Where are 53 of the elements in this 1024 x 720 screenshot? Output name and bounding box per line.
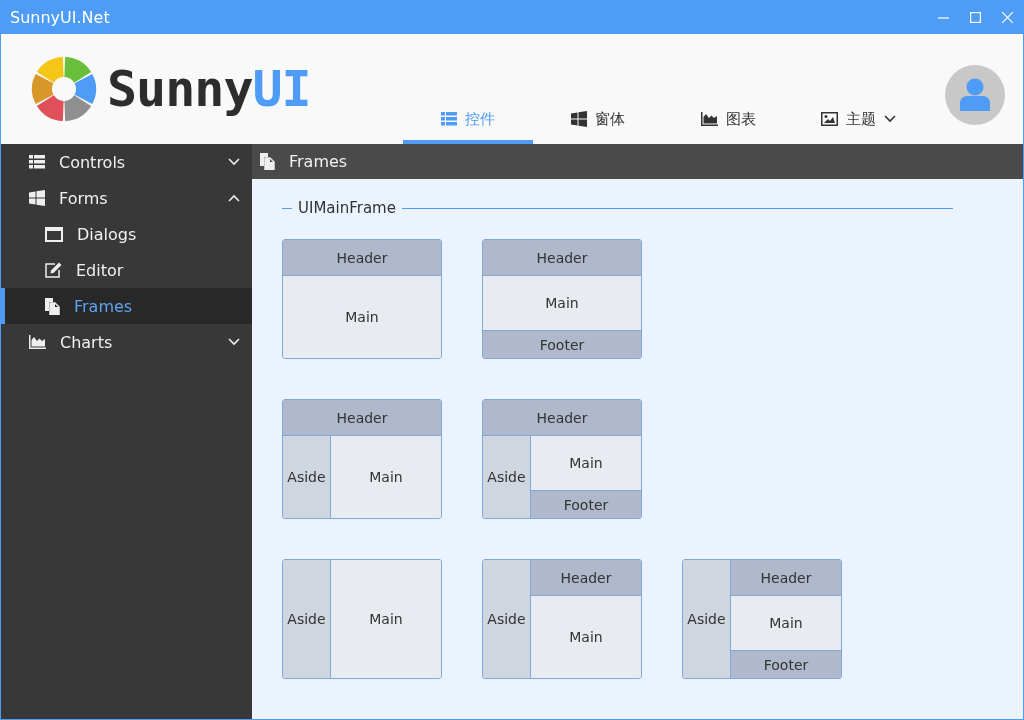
page-copy-icon xyxy=(260,153,275,170)
main-region: Main xyxy=(483,276,641,330)
main-region: Main xyxy=(731,596,841,650)
expand-caret-icon xyxy=(228,194,240,202)
menu-windows-icon xyxy=(29,190,45,206)
tab-list-icon xyxy=(441,112,457,126)
nav-tab[interactable]: 窗体 xyxy=(533,98,663,144)
logo-text: SunnyUI xyxy=(107,60,311,118)
header-region: Header xyxy=(483,400,641,436)
menu-edit-icon xyxy=(45,262,62,278)
tab-image-icon xyxy=(820,112,838,126)
footer-region: Footer xyxy=(731,650,841,678)
header-region: Header xyxy=(531,560,641,596)
logo-ring-icon xyxy=(31,56,97,122)
main-region: Main xyxy=(331,560,441,678)
menu-list-icon xyxy=(29,155,45,169)
page-title: Frames xyxy=(289,152,348,171)
aside-region: Aside xyxy=(483,436,531,518)
sidebar-item[interactable]: Forms xyxy=(1,180,252,216)
main-region: Main xyxy=(283,276,441,358)
close-icon xyxy=(1001,11,1013,23)
aside-region: Aside xyxy=(683,560,731,678)
main-region: Main xyxy=(531,436,641,490)
sidebar-item[interactable]: Charts xyxy=(1,324,252,360)
sidebar-item[interactable]: Frames xyxy=(1,288,252,324)
nav-tab[interactable]: 主题 xyxy=(793,98,923,144)
sidebar-item[interactable]: Dialogs xyxy=(1,216,252,252)
header-region: Header xyxy=(283,400,441,436)
header-region: Header xyxy=(483,240,641,276)
dropdown-caret-icon xyxy=(883,115,896,123)
main-region: Main xyxy=(531,596,641,678)
window-title: SunnyUI.Net xyxy=(10,7,110,27)
aside-region: Aside xyxy=(283,436,331,518)
aside-region: Aside xyxy=(283,560,331,678)
footer-region: Footer xyxy=(531,490,641,518)
group-title: UIMainFrame xyxy=(298,199,396,217)
expand-caret-icon xyxy=(228,158,240,166)
main-region: Main xyxy=(331,436,441,518)
sidebar-item[interactable]: Editor xyxy=(1,252,252,288)
menu-copy-icon xyxy=(45,297,60,315)
nav-tab[interactable]: 图表 xyxy=(663,98,793,144)
expand-caret-icon xyxy=(228,338,240,346)
menu-area-chart-icon xyxy=(29,335,46,349)
menu-window-icon xyxy=(45,226,63,242)
header-region: Header xyxy=(731,560,841,596)
tab-area-chart-icon xyxy=(700,112,718,126)
sidebar-item[interactable]: Controls xyxy=(1,144,252,180)
footer-region: Footer xyxy=(483,330,641,358)
aside-region: Aside xyxy=(483,560,531,678)
maximize-icon xyxy=(969,11,981,23)
header-region: Header xyxy=(283,240,441,276)
tab-windows-icon xyxy=(571,111,587,127)
user-avatar[interactable] xyxy=(945,65,1005,125)
